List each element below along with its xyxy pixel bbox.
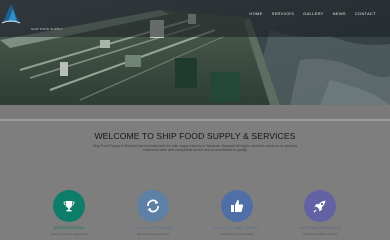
feature-loyalty-trust: LOYALTY AND TRUST trusted by our custome…	[202, 190, 272, 236]
feature-subtext: fast team response 24/7	[136, 232, 170, 236]
nav-services[interactable]: SERVICES	[272, 11, 295, 16]
navbar: SHIP FOOD SUPPLY HOME SERVICES GALLERY N…	[0, 0, 390, 37]
section-divider	[0, 105, 390, 120]
feature-label: TEAM RESPONSE	[134, 225, 172, 230]
feature-experienced: EXPERIENCED over 20 years of experience	[34, 190, 104, 236]
welcome-section: WELCOME TO SHIP FOOD SUPPLY & SERVICES S…	[0, 121, 390, 240]
nav-home[interactable]: HOME	[249, 11, 262, 16]
trophy-icon	[63, 201, 75, 212]
feature-label: FAST AND RELIABLE	[298, 225, 342, 230]
feature-circle[interactable]	[53, 190, 85, 222]
rocket-icon	[313, 200, 326, 213]
feature-subtext: over 20 years of experience	[50, 232, 88, 236]
logo-text: SHIP FOOD SUPPLY	[31, 27, 64, 31]
hero-banner: SHIP FOOD SUPPLY HOME SERVICES GALLERY N…	[0, 0, 390, 105]
nav-contact[interactable]: CONTACT	[355, 11, 376, 16]
refresh-icon	[147, 199, 159, 213]
welcome-text: Ship Food Supply & Services has revoluti…	[93, 144, 297, 153]
feature-label: EXPERIENCED	[53, 225, 85, 230]
welcome-title: WELCOME TO SHIP FOOD SUPPLY & SERVICES	[94, 131, 296, 141]
feature-subtext: trusted by our customers	[220, 232, 254, 236]
feature-circle[interactable]	[304, 190, 336, 222]
thumbs-up-icon	[231, 200, 244, 212]
main-nav: HOME SERVICES GALLERY NEWS CONTACT	[249, 11, 376, 16]
feature-circle[interactable]	[221, 190, 253, 222]
nav-news[interactable]: NEWS	[333, 11, 346, 16]
feature-circle[interactable]	[137, 190, 169, 222]
feature-label: LOYALTY AND TRUST	[214, 225, 260, 230]
nav-gallery[interactable]: GALLERY	[303, 11, 323, 16]
feature-team-response: TEAM RESPONSE fast team response 24/7	[118, 190, 188, 236]
company-logo[interactable]	[0, 0, 22, 26]
feature-subtext: quick and reliable delivery	[302, 232, 338, 236]
feature-fast-reliable: FAST AND RELIABLE quick and reliable del…	[285, 190, 355, 236]
